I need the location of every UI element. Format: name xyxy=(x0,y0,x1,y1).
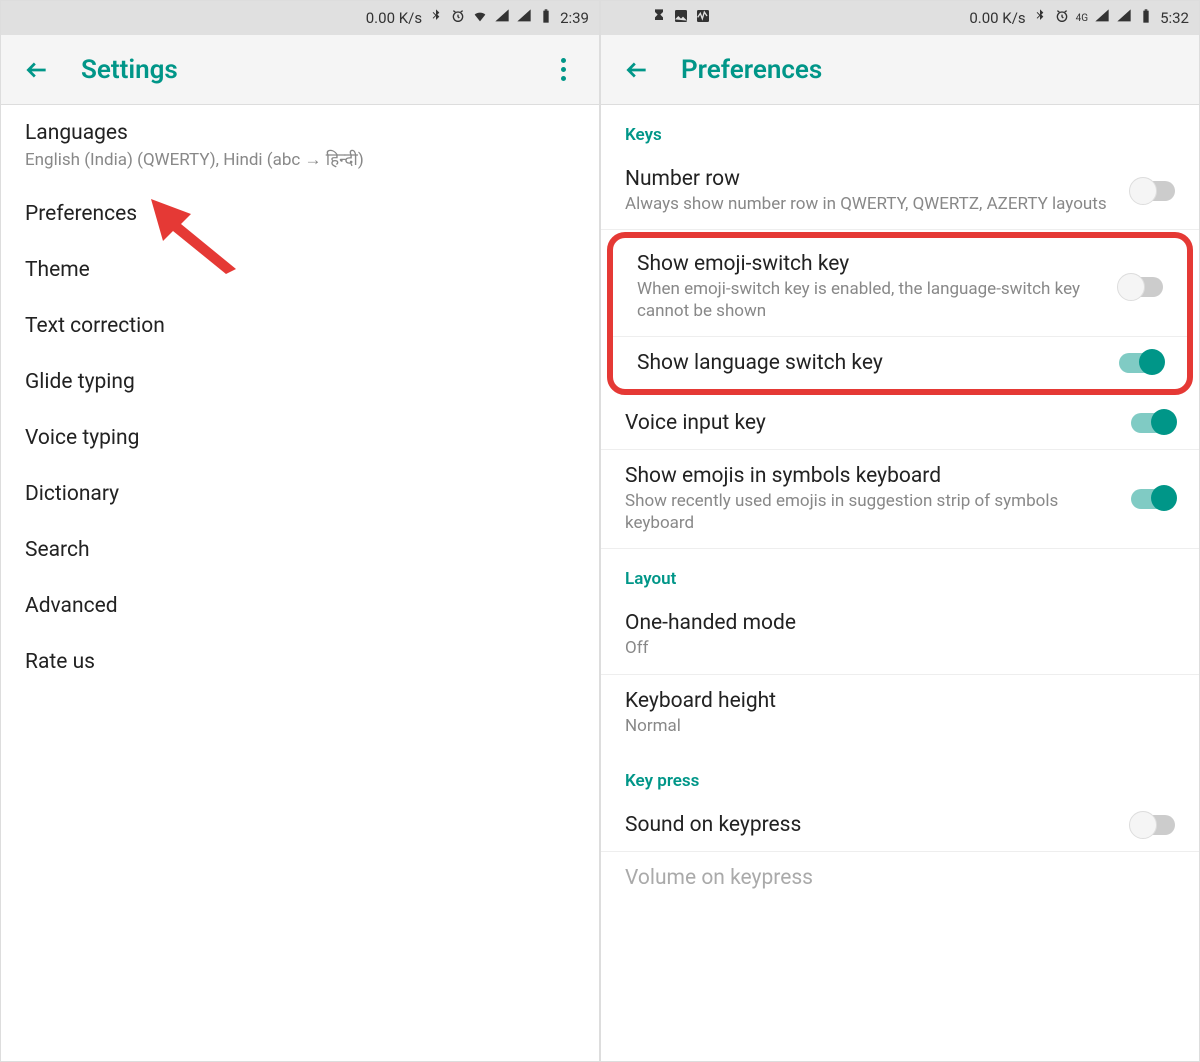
list-item-title: Glide typing xyxy=(25,370,575,394)
page-title: Preferences xyxy=(681,55,822,85)
pref-emoji-switch-key[interactable]: Show emoji-switch key When emoji-switch … xyxy=(613,238,1187,337)
signal-icon xyxy=(1094,8,1110,28)
list-item-glide-typing[interactable]: Glide typing xyxy=(1,354,599,410)
pref-title: Volume on keypress xyxy=(625,866,1175,890)
pref-title: Number row xyxy=(625,167,1119,191)
bluetooth-icon xyxy=(428,8,444,28)
section-header-keys: Keys xyxy=(601,105,1199,153)
back-button[interactable] xyxy=(617,50,657,90)
app-bar: Settings xyxy=(1,35,599,105)
network-badge: 4G xyxy=(1076,13,1088,24)
image-icon xyxy=(673,8,689,28)
bluetooth-icon xyxy=(1032,8,1048,28)
switch-language-switch-key[interactable] xyxy=(1119,353,1163,373)
pref-title: One-handed mode xyxy=(625,611,1175,635)
preferences-list: Keys Number row Always show number row i… xyxy=(601,105,1199,1061)
pref-title: Sound on keypress xyxy=(625,813,1119,837)
alarm-icon xyxy=(450,8,466,28)
signal-icon-2 xyxy=(1116,8,1132,28)
more-vert-icon xyxy=(561,58,566,81)
pref-volume-on-keypress[interactable]: Volume on keypress xyxy=(601,852,1199,904)
pref-subtitle: Off xyxy=(625,637,1175,659)
switch-emojis-symbols[interactable] xyxy=(1131,489,1175,509)
page-title: Settings xyxy=(81,55,178,85)
pref-title: Keyboard height xyxy=(625,689,1175,713)
network-speed: 0.00 K/s xyxy=(969,9,1025,27)
list-item-advanced[interactable]: Advanced xyxy=(1,578,599,634)
pref-voice-input-key[interactable]: Voice input key xyxy=(601,397,1199,450)
list-item-preferences[interactable]: Preferences xyxy=(1,186,599,242)
list-item-voice-typing[interactable]: Voice typing xyxy=(1,410,599,466)
clock-time: 2:39 xyxy=(560,9,589,27)
signal-icon xyxy=(494,8,510,28)
network-speed: 0.00 K/s xyxy=(366,9,422,27)
list-item-languages[interactable]: Languages English (India) (QWERTY), Hind… xyxy=(1,105,599,186)
section-header-keypress: Key press xyxy=(601,751,1199,799)
section-header-layout: Layout xyxy=(601,549,1199,597)
list-item-title: Voice typing xyxy=(25,426,575,450)
list-item-rate-us[interactable]: Rate us xyxy=(1,634,599,690)
list-item-title: Preferences xyxy=(25,202,575,226)
pref-subtitle: Show recently used emojis in suggestion … xyxy=(625,490,1119,534)
switch-number-row[interactable] xyxy=(1131,181,1175,201)
pref-title: Show emoji-switch key xyxy=(637,252,1107,276)
pref-keyboard-height[interactable]: Keyboard height Normal xyxy=(601,675,1199,751)
pref-title: Show emojis in symbols keyboard xyxy=(625,464,1119,488)
list-item-title: Rate us xyxy=(25,650,575,674)
list-item-text-correction[interactable]: Text correction xyxy=(1,298,599,354)
pref-sound-on-keypress[interactable]: Sound on keypress xyxy=(601,799,1199,852)
list-item-title: Search xyxy=(25,538,575,562)
signal-icon-2 xyxy=(516,8,532,28)
switch-sound-keypress[interactable] xyxy=(1131,815,1175,835)
pref-language-switch-key[interactable]: Show language switch key xyxy=(613,337,1187,389)
activity-icon xyxy=(695,8,711,28)
list-item-theme[interactable]: Theme xyxy=(1,242,599,298)
pref-subtitle: Normal xyxy=(625,715,1175,737)
pref-number-row[interactable]: Number row Always show number row in QWE… xyxy=(601,153,1199,230)
pref-subtitle: When emoji-switch key is enabled, the la… xyxy=(637,278,1107,322)
wifi-icon xyxy=(472,8,488,28)
list-item-title: Languages xyxy=(25,121,575,145)
switch-voice-input-key[interactable] xyxy=(1131,413,1175,433)
pref-emojis-symbols-keyboard[interactable]: Show emojis in symbols keyboard Show rec… xyxy=(601,450,1199,549)
overflow-menu-button[interactable] xyxy=(543,50,583,90)
switch-emoji-switch-key[interactable] xyxy=(1119,277,1163,297)
list-item-search[interactable]: Search xyxy=(1,522,599,578)
preferences-screen: 0.00 K/s 4G 5:32 Preferences Keys Number… xyxy=(600,0,1200,1062)
alarm-icon xyxy=(1054,8,1070,28)
list-item-title: Dictionary xyxy=(25,482,575,506)
list-item-title: Advanced xyxy=(25,594,575,618)
list-item-title: Theme xyxy=(25,258,575,282)
app-bar: Preferences xyxy=(601,35,1199,105)
clock-time: 5:32 xyxy=(1160,9,1189,27)
settings-screen: 0.00 K/s 2:39 Settings Language xyxy=(0,0,600,1062)
pref-title: Voice input key xyxy=(625,411,1119,435)
status-bar: 0.00 K/s 4G 5:32 xyxy=(601,1,1199,35)
list-item-title: Text correction xyxy=(25,314,575,338)
battery-icon xyxy=(1138,8,1154,28)
pref-title: Show language switch key xyxy=(637,351,1107,375)
pref-one-handed-mode[interactable]: One-handed mode Off xyxy=(601,597,1199,673)
back-button[interactable] xyxy=(17,50,57,90)
pref-subtitle: Always show number row in QWERTY, QWERTZ… xyxy=(625,193,1119,215)
settings-list: Languages English (India) (QWERTY), Hind… xyxy=(1,105,599,1061)
battery-icon xyxy=(538,8,554,28)
list-item-subtitle: English (India) (QWERTY), Hindi (abc → ह… xyxy=(25,147,575,170)
status-bar: 0.00 K/s 2:39 xyxy=(1,1,599,35)
hourglass-icon xyxy=(651,8,667,28)
annotation-highlight-box: Show emoji-switch key When emoji-switch … xyxy=(607,232,1193,395)
list-item-dictionary[interactable]: Dictionary xyxy=(1,466,599,522)
